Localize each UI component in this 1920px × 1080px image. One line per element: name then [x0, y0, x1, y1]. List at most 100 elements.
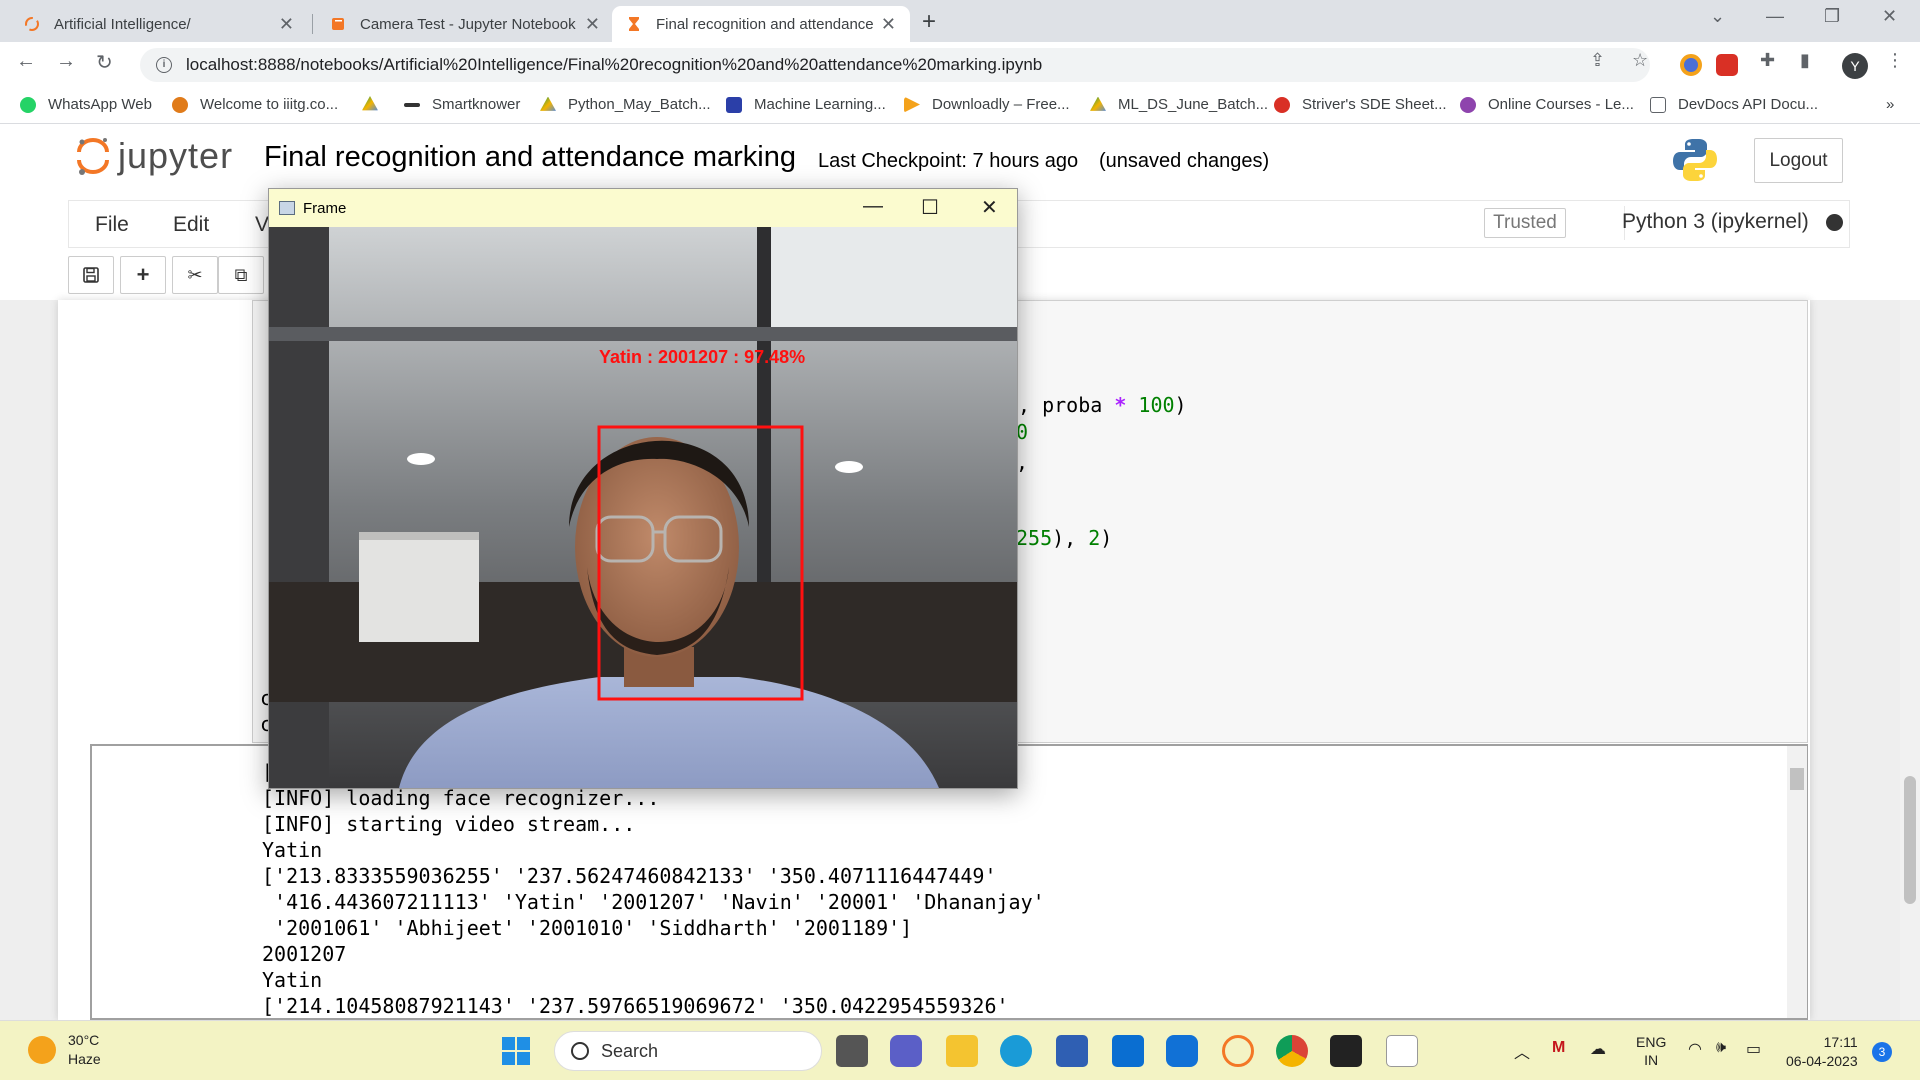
chrome-icon[interactable]: [1276, 1035, 1308, 1067]
page-scrollbar-thumb[interactable]: [1904, 776, 1916, 904]
iiitg-icon: [172, 96, 188, 113]
logout-button[interactable]: Logout: [1754, 138, 1843, 183]
output-line: Yatin: [262, 838, 323, 862]
frame-minimize-icon[interactable]: —: [863, 195, 883, 218]
jupyter-logo-icon: [77, 138, 109, 175]
frame-maximize-icon[interactable]: ☐: [921, 195, 939, 220]
l-app-icon[interactable]: [1112, 1035, 1144, 1067]
task-view-icon[interactable]: [836, 1035, 868, 1067]
new-tab-button[interactable]: +: [922, 8, 936, 36]
language-indicator[interactable]: ENG IN: [1636, 1033, 1666, 1069]
bookmark-item[interactable]: WhatsApp Web: [20, 96, 152, 113]
page-scrollbar[interactable]: [1900, 300, 1920, 1020]
tab-close-icon[interactable]: ✕: [279, 14, 294, 35]
bookmark-item[interactable]: Python_May_Batch...: [540, 96, 711, 113]
volume-icon[interactable]: 🕪: [1716, 1039, 1726, 1057]
opencv-frame-window[interactable]: Frame — ☐ ✕ Yatin: 2001207: 97.48%: [268, 188, 1018, 789]
menu-view[interactable]: V: [255, 213, 269, 237]
taskbar-search-box[interactable]: Search: [554, 1031, 822, 1071]
bookmark-label: ML_DS_June_Batch...: [1118, 96, 1269, 113]
frame-close-icon[interactable]: ✕: [981, 195, 998, 220]
file-explorer-icon[interactable]: [946, 1035, 978, 1067]
bookmark-item[interactable]: [362, 96, 390, 112]
tab-artificial-intelligence[interactable]: Artificial Intelligence/ ✕: [10, 6, 308, 42]
terminal-icon[interactable]: [1330, 1035, 1362, 1067]
edge-browser-icon[interactable]: [1000, 1035, 1032, 1067]
tab-final-recognition[interactable]: Final recognition and attendance ✕: [612, 6, 910, 42]
show-hidden-icons-chevron[interactable]: ︿: [1514, 1039, 1530, 1063]
tab-search-chevron-icon[interactable]: ⌄: [1710, 6, 1725, 27]
bookmark-item[interactable]: Smartknower: [404, 96, 520, 113]
minimize-icon[interactable]: —: [1766, 6, 1784, 27]
side-panel-icon[interactable]: ▮: [1800, 50, 1810, 71]
extensions-puzzle-icon[interactable]: ✚: [1760, 50, 1775, 71]
bookmark-item[interactable]: Downloadly – Free...: [904, 96, 1070, 113]
bookmark-item[interactable]: Online Courses - Le...: [1460, 96, 1634, 113]
back-arrow-icon[interactable]: ←: [16, 50, 36, 73]
onedrive-cloud-icon[interactable]: ☁: [1590, 1039, 1606, 1059]
notepad-icon[interactable]: [1386, 1035, 1418, 1067]
output-scrollbar[interactable]: [1787, 746, 1807, 1018]
jupyter-logo[interactable]: jupyter: [76, 135, 233, 177]
bookmark-label: Smartknower: [432, 96, 521, 113]
notebook-name[interactable]: Final recognition and attendance marking: [264, 141, 796, 174]
bookmarks-overflow-icon[interactable]: »: [1886, 96, 1894, 113]
menu-file[interactable]: File: [95, 213, 129, 237]
copy-cell-button[interactable]: ⧉: [218, 256, 264, 294]
copy-icon: ⧉: [234, 264, 248, 285]
system-clock[interactable]: 17:11 06-04-2023: [1786, 1033, 1858, 1071]
address-bar[interactable]: i localhost:8888/notebooks/Artificial%20…: [140, 48, 1650, 82]
bookmark-item[interactable]: Machine Learning...: [726, 96, 886, 113]
jupyter-logo-text: jupyter: [118, 135, 234, 176]
microsoft-store-icon[interactable]: [1056, 1035, 1088, 1067]
media-extension-icon[interactable]: [1716, 54, 1738, 76]
frame-titlebar[interactable]: Frame: [269, 189, 1017, 227]
share-icon[interactable]: ⇪: [1590, 50, 1605, 71]
bookmark-item[interactable]: ML_DS_June_Batch...: [1090, 96, 1268, 113]
tab-title: Artificial Intelligence/: [54, 15, 191, 33]
insert-cell-button[interactable]: +: [120, 256, 166, 294]
weather-widget[interactable]: 30°C Haze: [28, 1031, 101, 1069]
region-code: IN: [1644, 1052, 1659, 1068]
cut-cell-button[interactable]: ✂: [172, 256, 218, 294]
restore-icon[interactable]: ❐: [1824, 6, 1840, 27]
face-recognition-label: Yatin : 2001207 : 97.48%: [599, 347, 806, 367]
wifi-icon[interactable]: ◠: [1688, 1039, 1702, 1059]
mcafee-icon[interactable]: M: [1552, 1039, 1565, 1057]
trusted-badge[interactable]: Trusted: [1484, 208, 1566, 238]
output-scrollbar-thumb[interactable]: [1790, 768, 1804, 790]
close-window-icon[interactable]: ✕: [1882, 6, 1897, 27]
windows-start-icon[interactable]: [500, 1035, 532, 1067]
menu-edit[interactable]: Edit: [173, 213, 209, 237]
kebab-menu-icon[interactable]: ⋮: [1886, 50, 1904, 71]
python-logo-icon: [1673, 139, 1717, 181]
tab-close-icon[interactable]: ✕: [585, 14, 600, 35]
window-glass: [759, 227, 1017, 337]
reload-icon[interactable]: ↻: [96, 50, 113, 75]
jupyter-taskbar-icon[interactable]: [1222, 1035, 1254, 1067]
bookmark-item[interactable]: DevDocs API Docu...: [1650, 96, 1818, 113]
bookmark-label: Welcome to iiitg.co...: [200, 96, 339, 113]
paper-stack: [359, 532, 479, 642]
extension-icon[interactable]: [1680, 54, 1702, 76]
webcam-feed: [269, 227, 1017, 788]
save-button[interactable]: [68, 256, 114, 294]
battery-icon[interactable]: ▭: [1746, 1039, 1761, 1059]
weather-temperature: 30°C: [68, 1032, 100, 1048]
smartknower-icon: [404, 102, 420, 107]
generic-app-icon[interactable]: [1166, 1035, 1198, 1067]
site-info-icon[interactable]: i: [156, 57, 172, 73]
profile-avatar[interactable]: Y: [1842, 53, 1868, 79]
bookmark-star-icon[interactable]: ☆: [1632, 50, 1648, 71]
bookmark-item[interactable]: Striver's SDE Sheet...: [1274, 96, 1447, 113]
teams-chat-icon[interactable]: [890, 1035, 922, 1067]
bookmark-item[interactable]: Welcome to iiitg.co...: [172, 96, 338, 113]
tab-close-icon[interactable]: ✕: [881, 14, 896, 35]
forward-arrow-icon[interactable]: →: [56, 50, 76, 73]
notification-badge[interactable]: 3: [1872, 1042, 1892, 1062]
language-code: ENG: [1636, 1034, 1667, 1050]
tab-camera-test[interactable]: Camera Test - Jupyter Notebook ✕: [316, 6, 614, 42]
output-line: '2001061' 'Abhijeet' '2001010' 'Siddhart…: [262, 916, 913, 940]
kernel-name[interactable]: Python 3 (ipykernel): [1622, 210, 1809, 234]
whatsapp-icon: [20, 96, 36, 113]
